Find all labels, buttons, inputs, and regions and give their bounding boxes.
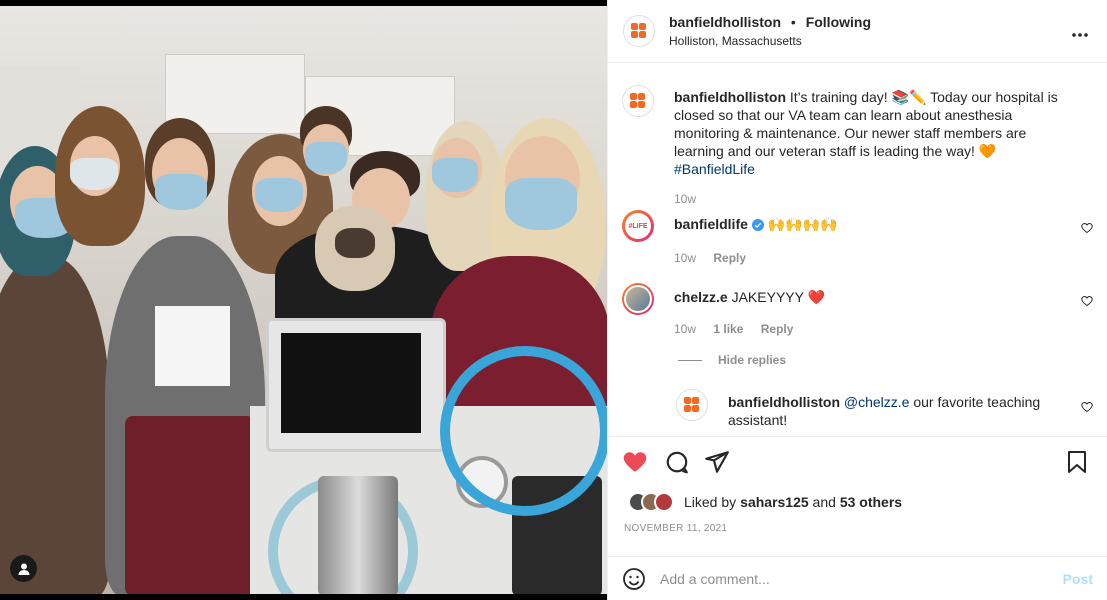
post-photo[interactable] [0, 0, 607, 600]
comment-time[interactable]: 10w [674, 322, 696, 336]
following-button[interactable]: Following [806, 14, 871, 30]
chelzz-avatar-photo [624, 285, 652, 313]
hashtag-link[interactable]: #BanfieldLife [674, 161, 755, 177]
liked-by-prefix: Liked by [684, 494, 737, 510]
comment-input[interactable] [660, 570, 1063, 587]
caption: banfieldholliston It’s training day! 📚✏️… [622, 85, 1093, 206]
vital-monitor [266, 318, 446, 452]
comment-item: chelzz.e JAKEYYYY ❤️ 10w 1 like Reply [622, 283, 1093, 339]
divider-line [678, 359, 702, 361]
post-header: banfieldholliston • Following Holliston,… [608, 0, 1107, 63]
add-comment-bar: Post [608, 556, 1107, 600]
banfield-logo-icon [684, 397, 700, 413]
verified-badge-icon [751, 217, 764, 235]
face-mask [155, 174, 207, 210]
hide-replies-button[interactable]: Hide replies [678, 353, 1093, 369]
reply-item: banfieldholliston @chelzz.e our favorite… [676, 389, 1093, 435]
comment-username[interactable]: chelzz.e [674, 289, 728, 305]
avatar [654, 492, 674, 512]
avatar[interactable] [622, 283, 654, 315]
comment-likes[interactable]: 1 like [713, 322, 743, 336]
monitor-screen [281, 333, 421, 433]
comment-username[interactable]: banfieldlife [674, 216, 748, 232]
avatar[interactable] [623, 15, 655, 47]
post-button[interactable]: Post [1063, 571, 1093, 587]
share-icon[interactable] [704, 449, 732, 477]
liker-username[interactable]: sahars125 [740, 494, 809, 510]
comments-section[interactable]: banfieldholliston It’s training day! 📚✏️… [608, 64, 1107, 436]
banfieldlife-avatar-label: #LIFE [625, 213, 651, 239]
face-mask [305, 142, 347, 174]
avatar[interactable] [676, 389, 708, 421]
liked-by: Liked by sahars125 and 53 others [626, 492, 902, 512]
reply-username[interactable]: banfieldholliston [728, 394, 840, 410]
liker-avatars [628, 492, 674, 512]
face-mask [255, 178, 303, 212]
post-date[interactable]: NOVEMBER 11, 2021 [624, 523, 727, 534]
like-heart-icon[interactable] [622, 449, 650, 477]
paper [155, 306, 230, 386]
comment-text: JAKEYYYY ❤️ [727, 289, 826, 305]
face-mask [505, 178, 577, 230]
staff-person [0, 256, 110, 594]
like-comment-heart-icon[interactable] [1081, 401, 1093, 416]
comment-time[interactable]: 10w [674, 251, 696, 265]
location-link[interactable]: Holliston, Massachusetts [669, 34, 871, 48]
pug-face [335, 228, 375, 258]
more-options-icon[interactable] [1071, 22, 1089, 43]
separator-dot: • [790, 14, 796, 30]
banfield-logo-icon [631, 23, 647, 39]
post-actions: Liked by sahars125 and 53 others NOVEMBE… [608, 436, 1107, 548]
reply-button[interactable]: Reply [761, 322, 794, 336]
reply-button[interactable]: Reply [713, 251, 746, 265]
face-mask [70, 158, 118, 190]
comment-item: #LIFE banfieldlife 🙌🙌🙌🙌 10w Reply [622, 210, 1093, 266]
caption-username[interactable]: banfieldholliston [674, 89, 786, 105]
photo-scene [0, 6, 607, 594]
hide-replies-label: Hide replies [718, 353, 787, 367]
liked-by-and: and [808, 494, 840, 510]
face-mask [432, 158, 478, 192]
vaporizer [318, 476, 398, 594]
banfield-logo-icon [630, 93, 646, 109]
header-username[interactable]: banfieldholliston [669, 14, 781, 30]
comment-icon[interactable] [664, 449, 692, 477]
mention-link[interactable]: @chelzz.e [844, 394, 910, 410]
others-likes-link[interactable]: 53 others [840, 494, 902, 510]
comment-text: 🙌🙌🙌🙌 [767, 216, 838, 232]
blue-tube [440, 346, 607, 516]
like-comment-heart-icon[interactable] [1081, 295, 1093, 310]
like-comment-heart-icon[interactable] [1081, 222, 1093, 237]
save-bookmark-icon[interactable] [1065, 449, 1093, 477]
avatar[interactable]: #LIFE [622, 210, 654, 242]
avatar[interactable] [622, 85, 654, 117]
emoji-icon[interactable] [622, 567, 646, 591]
post-details-panel: banfieldholliston • Following Holliston,… [607, 0, 1107, 600]
caption-time[interactable]: 10w [674, 192, 696, 206]
scrub-pants [125, 416, 255, 594]
tagged-user-icon[interactable] [10, 555, 37, 582]
